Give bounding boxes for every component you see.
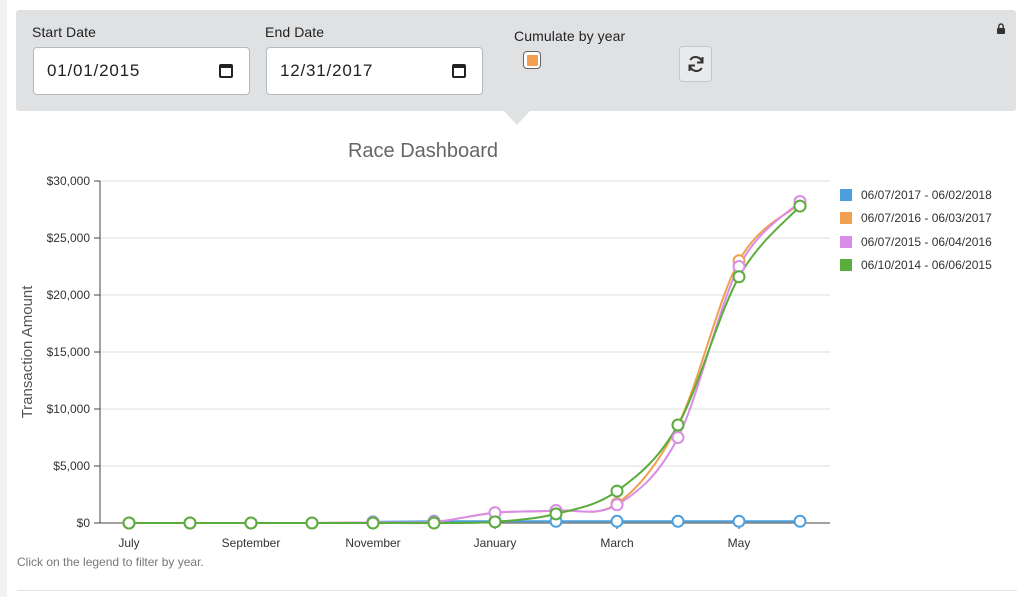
start-date-label: Start Date	[32, 24, 97, 40]
data-point	[427, 516, 441, 530]
legend-label: 06/10/2014 - 06/06/2015	[861, 258, 992, 273]
x-tick-label: July	[118, 536, 139, 550]
data-point	[671, 418, 685, 432]
bottom-divider	[17, 590, 1017, 591]
y-tick-label: $15,000	[47, 345, 91, 359]
legend-label: 06/07/2017 - 06/02/2018	[861, 187, 992, 202]
data-point	[732, 514, 746, 528]
series-line	[129, 200, 801, 525]
x-tick-label: January	[474, 536, 517, 550]
y-tick-label: $20,000	[47, 288, 91, 302]
y-tick-label: $5,000	[53, 459, 90, 473]
x-tick-label: May	[728, 536, 751, 550]
data-point	[732, 270, 746, 284]
x-tick-label: November	[345, 536, 400, 550]
data-point	[366, 516, 380, 530]
start-date-value: 01/01/2015	[47, 61, 141, 80]
legend-item[interactable]: 06/10/2014 - 06/06/2015	[840, 254, 992, 278]
line-chart: $0 $5,000 $10,000 $15,000 $20,000 $25,000 $30,…	[19, 174, 830, 550]
data-point	[610, 498, 624, 512]
refresh-icon	[688, 56, 703, 72]
legend-hint: Click on the legend to filter by year.	[17, 555, 204, 569]
data-point	[305, 516, 319, 530]
legend-label: 06/07/2016 - 06/03/2017	[861, 211, 992, 226]
filter-panel: Start Date 01/01/2015 End Date 12/31/201…	[16, 10, 1016, 111]
series-line	[129, 203, 801, 525]
cumulate-checkbox[interactable]	[523, 51, 541, 69]
calendar-icon[interactable]	[219, 64, 233, 78]
y-tick-label: $0	[77, 516, 91, 530]
y-tick-label: $25,000	[47, 231, 91, 245]
calendar-icon[interactable]	[452, 64, 466, 78]
chart-legend: 06/07/2017 - 06/02/2018 06/07/2016 - 06/0…	[840, 183, 992, 277]
legend-swatch	[840, 212, 852, 225]
x-tick-label: September	[222, 536, 281, 550]
data-point	[549, 507, 563, 521]
legend-swatch	[840, 188, 852, 201]
data-point	[488, 515, 502, 529]
chart-title: Race Dashboard	[347, 140, 499, 162]
legend-label: 06/07/2015 - 06/04/2016	[861, 234, 992, 249]
y-tick-label: $10,000	[47, 402, 91, 416]
data-point	[793, 514, 807, 528]
y-tick-label: $30,000	[47, 174, 91, 188]
checkbox-checked-mark	[526, 54, 538, 66]
legend-item[interactable]: 06/07/2015 - 06/04/2016	[840, 230, 992, 254]
y-axis-title: Transaction Amount	[19, 285, 36, 419]
data-point	[610, 484, 624, 498]
data-point	[122, 516, 136, 530]
legend-item[interactable]: 06/07/2016 - 06/03/2017	[840, 207, 992, 231]
data-point	[793, 199, 807, 213]
start-date-input[interactable]: 01/01/2015	[33, 47, 250, 95]
end-date-label: End Date	[265, 24, 325, 40]
data-point	[244, 516, 258, 530]
legend-swatch	[840, 259, 852, 272]
filter-panel-pointer	[503, 110, 531, 125]
lock-icon[interactable]	[996, 23, 1006, 34]
data-point	[183, 516, 197, 530]
cumulate-label: Cumulate by year	[514, 28, 626, 44]
legend-item[interactable]: 06/07/2017 - 06/02/2018	[840, 183, 992, 207]
end-date-value: 12/31/2017	[280, 61, 374, 80]
data-point	[671, 431, 685, 444]
legend-swatch	[840, 235, 852, 248]
data-point	[610, 514, 624, 528]
series-line	[129, 205, 801, 525]
refresh-button[interactable]	[679, 46, 712, 82]
end-date-input[interactable]: 12/31/2017	[266, 47, 483, 95]
x-tick-label: March	[600, 536, 633, 550]
data-point	[671, 514, 685, 528]
